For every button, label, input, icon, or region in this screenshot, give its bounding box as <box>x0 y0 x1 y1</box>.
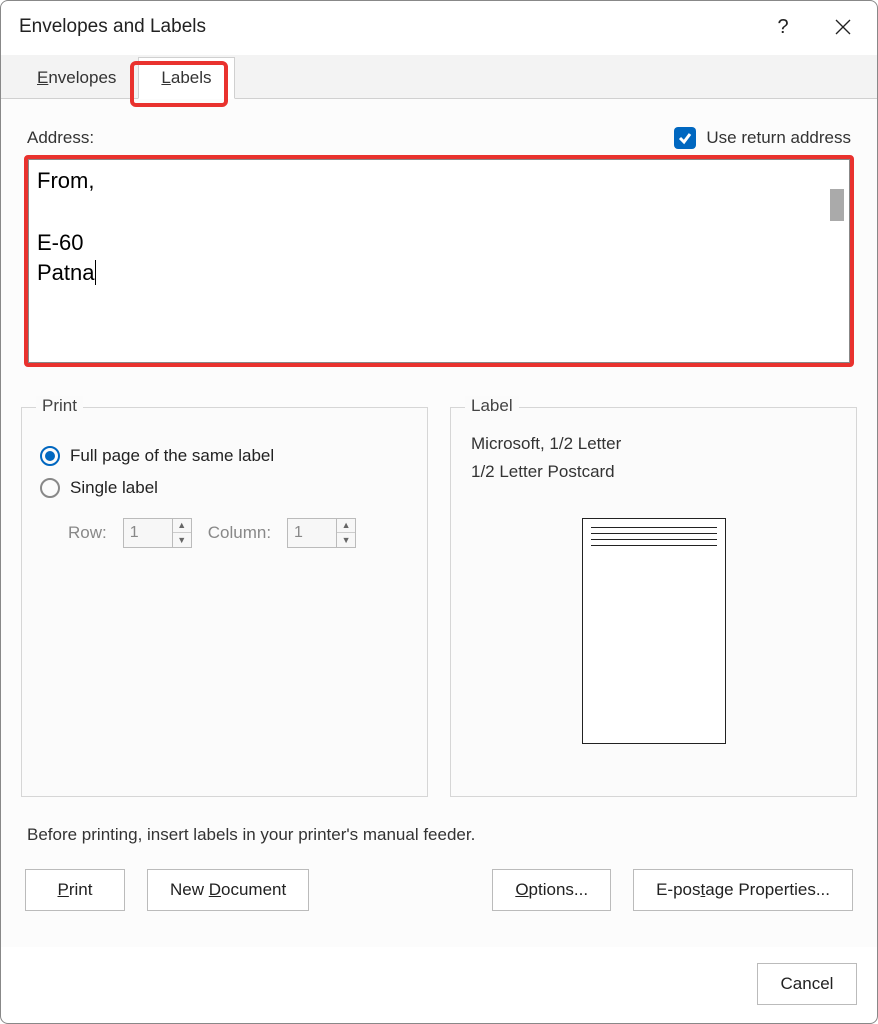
radio-full-page[interactable]: Full page of the same label <box>40 446 409 466</box>
column-down-button[interactable]: ▼ <box>337 533 355 547</box>
footer-note: Before printing, insert labels in your p… <box>27 825 851 845</box>
column-label: Column: <box>208 523 271 543</box>
dialog-body: Address: Use return address From,E-60Pat… <box>1 99 877 947</box>
cancel-button[interactable]: Cancel <box>757 963 857 1005</box>
preview-line <box>591 539 717 540</box>
row-label: Row: <box>68 523 107 543</box>
address-label: Address: <box>27 128 94 148</box>
radio-icon-checked <box>40 446 60 466</box>
row-col-spinners: Row: ▲ ▼ Column: ▲ ▼ <box>68 518 409 548</box>
radio-single-label[interactable]: Single label <box>40 478 409 498</box>
close-button[interactable] <box>827 11 859 43</box>
label-product-text: 1/2 Letter Postcard <box>469 462 838 482</box>
close-icon <box>834 18 852 36</box>
preview-line <box>591 545 717 546</box>
action-button-row: Print New Document Options... E-postage … <box>25 869 853 911</box>
tab-labels-rest: abels <box>171 68 212 87</box>
radio-full-label: Full page of the same label <box>70 446 274 466</box>
group-row: Print Full page of the same label Single… <box>21 407 857 797</box>
use-return-address-checkbox[interactable]: Use return address <box>674 127 851 149</box>
label-vendor-text: Microsoft, 1/2 Letter <box>469 434 838 454</box>
radio-single-text: Single label <box>70 478 158 498</box>
address-field-highlight: From,E-60Patna <box>24 155 854 367</box>
print-group: Print Full page of the same label Single… <box>21 407 428 797</box>
tab-envelopes-rest: nvelopes <box>48 68 116 87</box>
radio-icon-unchecked <box>40 478 60 498</box>
row-input[interactable] <box>124 520 172 546</box>
help-button[interactable]: ? <box>767 11 799 43</box>
row-spinner-buttons: ▲ ▼ <box>172 519 191 547</box>
address-textarea[interactable]: From,E-60Patna <box>28 159 850 363</box>
spacer <box>331 869 470 911</box>
use-return-address-text: Use return address <box>706 128 851 148</box>
row-down-button[interactable]: ▼ <box>173 533 191 547</box>
print-legend: Print <box>36 396 83 416</box>
epostage-button[interactable]: E-postage Properties... <box>633 869 853 911</box>
scrollbar-thumb[interactable] <box>830 189 844 221</box>
label-legend: Label <box>465 396 519 416</box>
column-spinner[interactable]: ▲ ▼ <box>287 518 356 548</box>
checkmark-icon <box>678 131 692 145</box>
column-up-button[interactable]: ▲ <box>337 519 355 533</box>
address-field-wrapper: From,E-60Patna <box>28 159 850 363</box>
column-spinner-buttons: ▲ ▼ <box>336 519 355 547</box>
tab-labels[interactable]: Labels <box>138 57 234 99</box>
checkbox-icon <box>674 127 696 149</box>
address-scrollbar[interactable] <box>828 165 846 351</box>
print-button[interactable]: Print <box>25 869 125 911</box>
label-group: Label Microsoft, 1/2 Letter 1/2 Letter P… <box>450 407 857 797</box>
row-spinner[interactable]: ▲ ▼ <box>123 518 192 548</box>
label-preview[interactable] <box>582 518 726 744</box>
tab-envelopes[interactable]: Envelopes <box>15 58 138 98</box>
row-up-button[interactable]: ▲ <box>173 519 191 533</box>
column-input[interactable] <box>288 520 336 546</box>
bottom-bar: Cancel <box>1 947 877 1023</box>
envelopes-labels-dialog: Envelopes and Labels ? Envelopes Labels … <box>0 0 878 1024</box>
preview-line <box>591 533 717 534</box>
preview-line <box>591 527 717 528</box>
address-header-row: Address: Use return address <box>27 127 851 149</box>
new-document-button[interactable]: New Document <box>147 869 309 911</box>
dialog-title: Envelopes and Labels <box>19 16 206 38</box>
tab-bar: Envelopes Labels <box>1 55 877 99</box>
titlebar: Envelopes and Labels ? <box>1 1 877 53</box>
titlebar-controls: ? <box>767 11 859 43</box>
options-button[interactable]: Options... <box>492 869 611 911</box>
